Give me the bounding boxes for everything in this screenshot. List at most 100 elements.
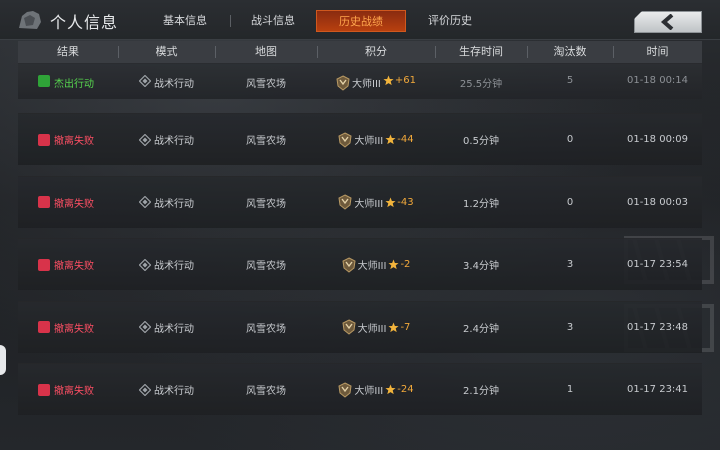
- mode-label: 战术行动: [154, 79, 194, 90]
- mode-cell: 战术行动: [118, 302, 215, 353]
- mode-cell: 战术行动: [118, 64, 215, 99]
- survival-time-cell: 3.4分钟: [463, 261, 499, 272]
- rank-label: 大师III: [354, 386, 384, 397]
- survival-time-cell: 25.5分钟: [459, 79, 503, 90]
- team-logo-icon: [16, 8, 44, 32]
- result-icon: [38, 258, 50, 271]
- column-header-score: 积分: [317, 41, 435, 63]
- column-header-time: 时间: [613, 41, 702, 63]
- star-icon: [383, 75, 394, 86]
- column-header-eliminations: 淘汰数: [527, 41, 613, 63]
- result-label: 撤离失败: [54, 261, 94, 272]
- mode-diamond-icon: [139, 321, 151, 333]
- tab-basic-info[interactable]: 基本信息: [140, 10, 230, 32]
- result-icon: [38, 383, 50, 396]
- score-change: -24: [397, 384, 414, 395]
- table-header: 结果 模式 地图 积分 生存时间 淘汰数 时间: [18, 41, 702, 63]
- map-label: 风雪农场: [246, 386, 286, 397]
- result-label: 撤离失败: [54, 136, 94, 147]
- map-cell: 风雪农场: [215, 239, 317, 290]
- map-label: 风雪农场: [246, 323, 286, 335]
- page-title: 个人信息: [50, 13, 119, 32]
- eliminations-cell: 3: [566, 321, 574, 333]
- mode-diamond-icon: [139, 258, 151, 271]
- eliminations-cell: 0: [566, 134, 574, 145]
- result-label: 撤离失败: [54, 198, 94, 210]
- mode-diamond-icon: [139, 383, 151, 396]
- table-row[interactable]: 撤离失败 战术行动 风雪农场 大师III -24 2.1分钟 1 01-17 2…: [18, 363, 702, 415]
- score-change: -44: [397, 134, 414, 145]
- mode-label: 战术行动: [154, 323, 194, 335]
- rank-emblem-icon: [338, 381, 352, 398]
- star-icon: [388, 321, 399, 332]
- score-cell: 大师III -43: [317, 177, 435, 228]
- back-button[interactable]: [634, 11, 702, 33]
- mode-diamond-icon: [139, 75, 151, 87]
- rank-label: 大师III: [354, 198, 384, 210]
- column-header-map: 地图: [215, 41, 317, 63]
- table-row[interactable]: 撤离失败 战术行动 风雪农场 大师III -7 2.4分钟 3 01-17 23…: [18, 300, 702, 353]
- result-icon: [38, 133, 50, 146]
- score-change: -7: [400, 321, 411, 333]
- mode-diamond-icon: [139, 133, 151, 146]
- result-cell: 撤离失败: [18, 239, 118, 290]
- tab-rating-history[interactable]: 评价历史: [406, 10, 494, 32]
- score-cell: 大师III +61: [317, 64, 435, 99]
- table-row[interactable]: 撤离失败 战术行动 风雪农场 大师III -2 3.4分钟 3 01-17 23…: [18, 238, 702, 290]
- table-row[interactable]: 杰出行动 战术行动 风雪农场 大师III +61 25.5分钟 5 01-18 …: [18, 63, 702, 99]
- match-history-table: 杰出行动 战术行动 风雪农场 大师III +61 25.5分钟 5 01-18 …: [18, 63, 702, 426]
- match-time-cell: 01-18 00:03: [626, 196, 689, 208]
- mode-diamond-icon: [139, 196, 151, 208]
- rank-emblem-icon: [338, 131, 352, 148]
- score-change: -43: [397, 196, 414, 208]
- score-change: +61: [394, 75, 416, 86]
- side-drawer-handle[interactable]: [0, 345, 6, 375]
- match-time-cell: 01-18 00:09: [626, 134, 689, 145]
- map-cell: 风雪农场: [215, 114, 317, 165]
- result-cell: 撤离失败: [18, 302, 118, 353]
- top-bar: 个人信息 基本信息 战斗信息 历史战绩 评价历史: [0, 0, 720, 40]
- rank-emblem-icon: [342, 256, 356, 273]
- score-cell: 大师III -7: [317, 302, 435, 353]
- table-row[interactable]: 撤离失败 战术行动 风雪农场 大师III -44 0.5分钟 0 01-18 0…: [18, 113, 702, 165]
- star-icon: [385, 196, 396, 207]
- eliminations-cell: 1: [566, 384, 574, 395]
- result-label: 杰出行动: [54, 79, 94, 90]
- star-icon: [385, 134, 396, 145]
- score-cell: 大师III -2: [317, 239, 435, 290]
- star-icon: [385, 384, 396, 395]
- map-label: 风雪农场: [246, 136, 286, 147]
- map-cell: 风雪农场: [215, 177, 317, 228]
- rank-label: 大师III: [352, 79, 381, 90]
- match-time-cell: 01-17 23:41: [626, 384, 689, 395]
- star-icon: [388, 259, 399, 270]
- mode-cell: 战术行动: [118, 239, 215, 290]
- rank-emblem-icon: [336, 75, 350, 91]
- mode-cell: 战术行动: [118, 114, 215, 165]
- map-cell: 风雪农场: [215, 64, 317, 99]
- score-cell: 大师III -44: [317, 114, 435, 165]
- match-time-cell: 01-17 23:54: [626, 259, 689, 270]
- tab-match-history[interactable]: 历史战绩: [316, 10, 406, 32]
- map-cell: 风雪农场: [215, 364, 317, 415]
- result-cell: 撤离失败: [18, 364, 118, 415]
- chevron-left-icon: [660, 14, 674, 30]
- eliminations-cell: 3: [566, 259, 574, 270]
- table-row[interactable]: 撤离失败 战术行动 风雪农场 大师III -43 1.2分钟 0 01-18 0…: [18, 175, 702, 228]
- result-cell: 杰出行动: [18, 64, 118, 99]
- survival-time-cell: 2.1分钟: [463, 386, 499, 397]
- mode-cell: 战术行动: [118, 364, 215, 415]
- result-cell: 撤离失败: [18, 114, 118, 165]
- mode-label: 战术行动: [154, 386, 194, 397]
- mode-label: 战术行动: [154, 261, 194, 272]
- eliminations-cell: 5: [566, 75, 574, 86]
- result-label: 撤离失败: [54, 323, 94, 335]
- rank-emblem-icon: [338, 194, 352, 210]
- map-label: 风雪农场: [246, 261, 286, 272]
- tab-bar: 基本信息 战斗信息 历史战绩 评价历史: [140, 10, 494, 32]
- result-label: 撤离失败: [54, 386, 94, 397]
- tab-combat-info[interactable]: 战斗信息: [230, 10, 316, 32]
- column-header-survival-time: 生存时间: [435, 41, 527, 63]
- mode-label: 战术行动: [154, 136, 194, 147]
- mode-label: 战术行动: [154, 198, 194, 210]
